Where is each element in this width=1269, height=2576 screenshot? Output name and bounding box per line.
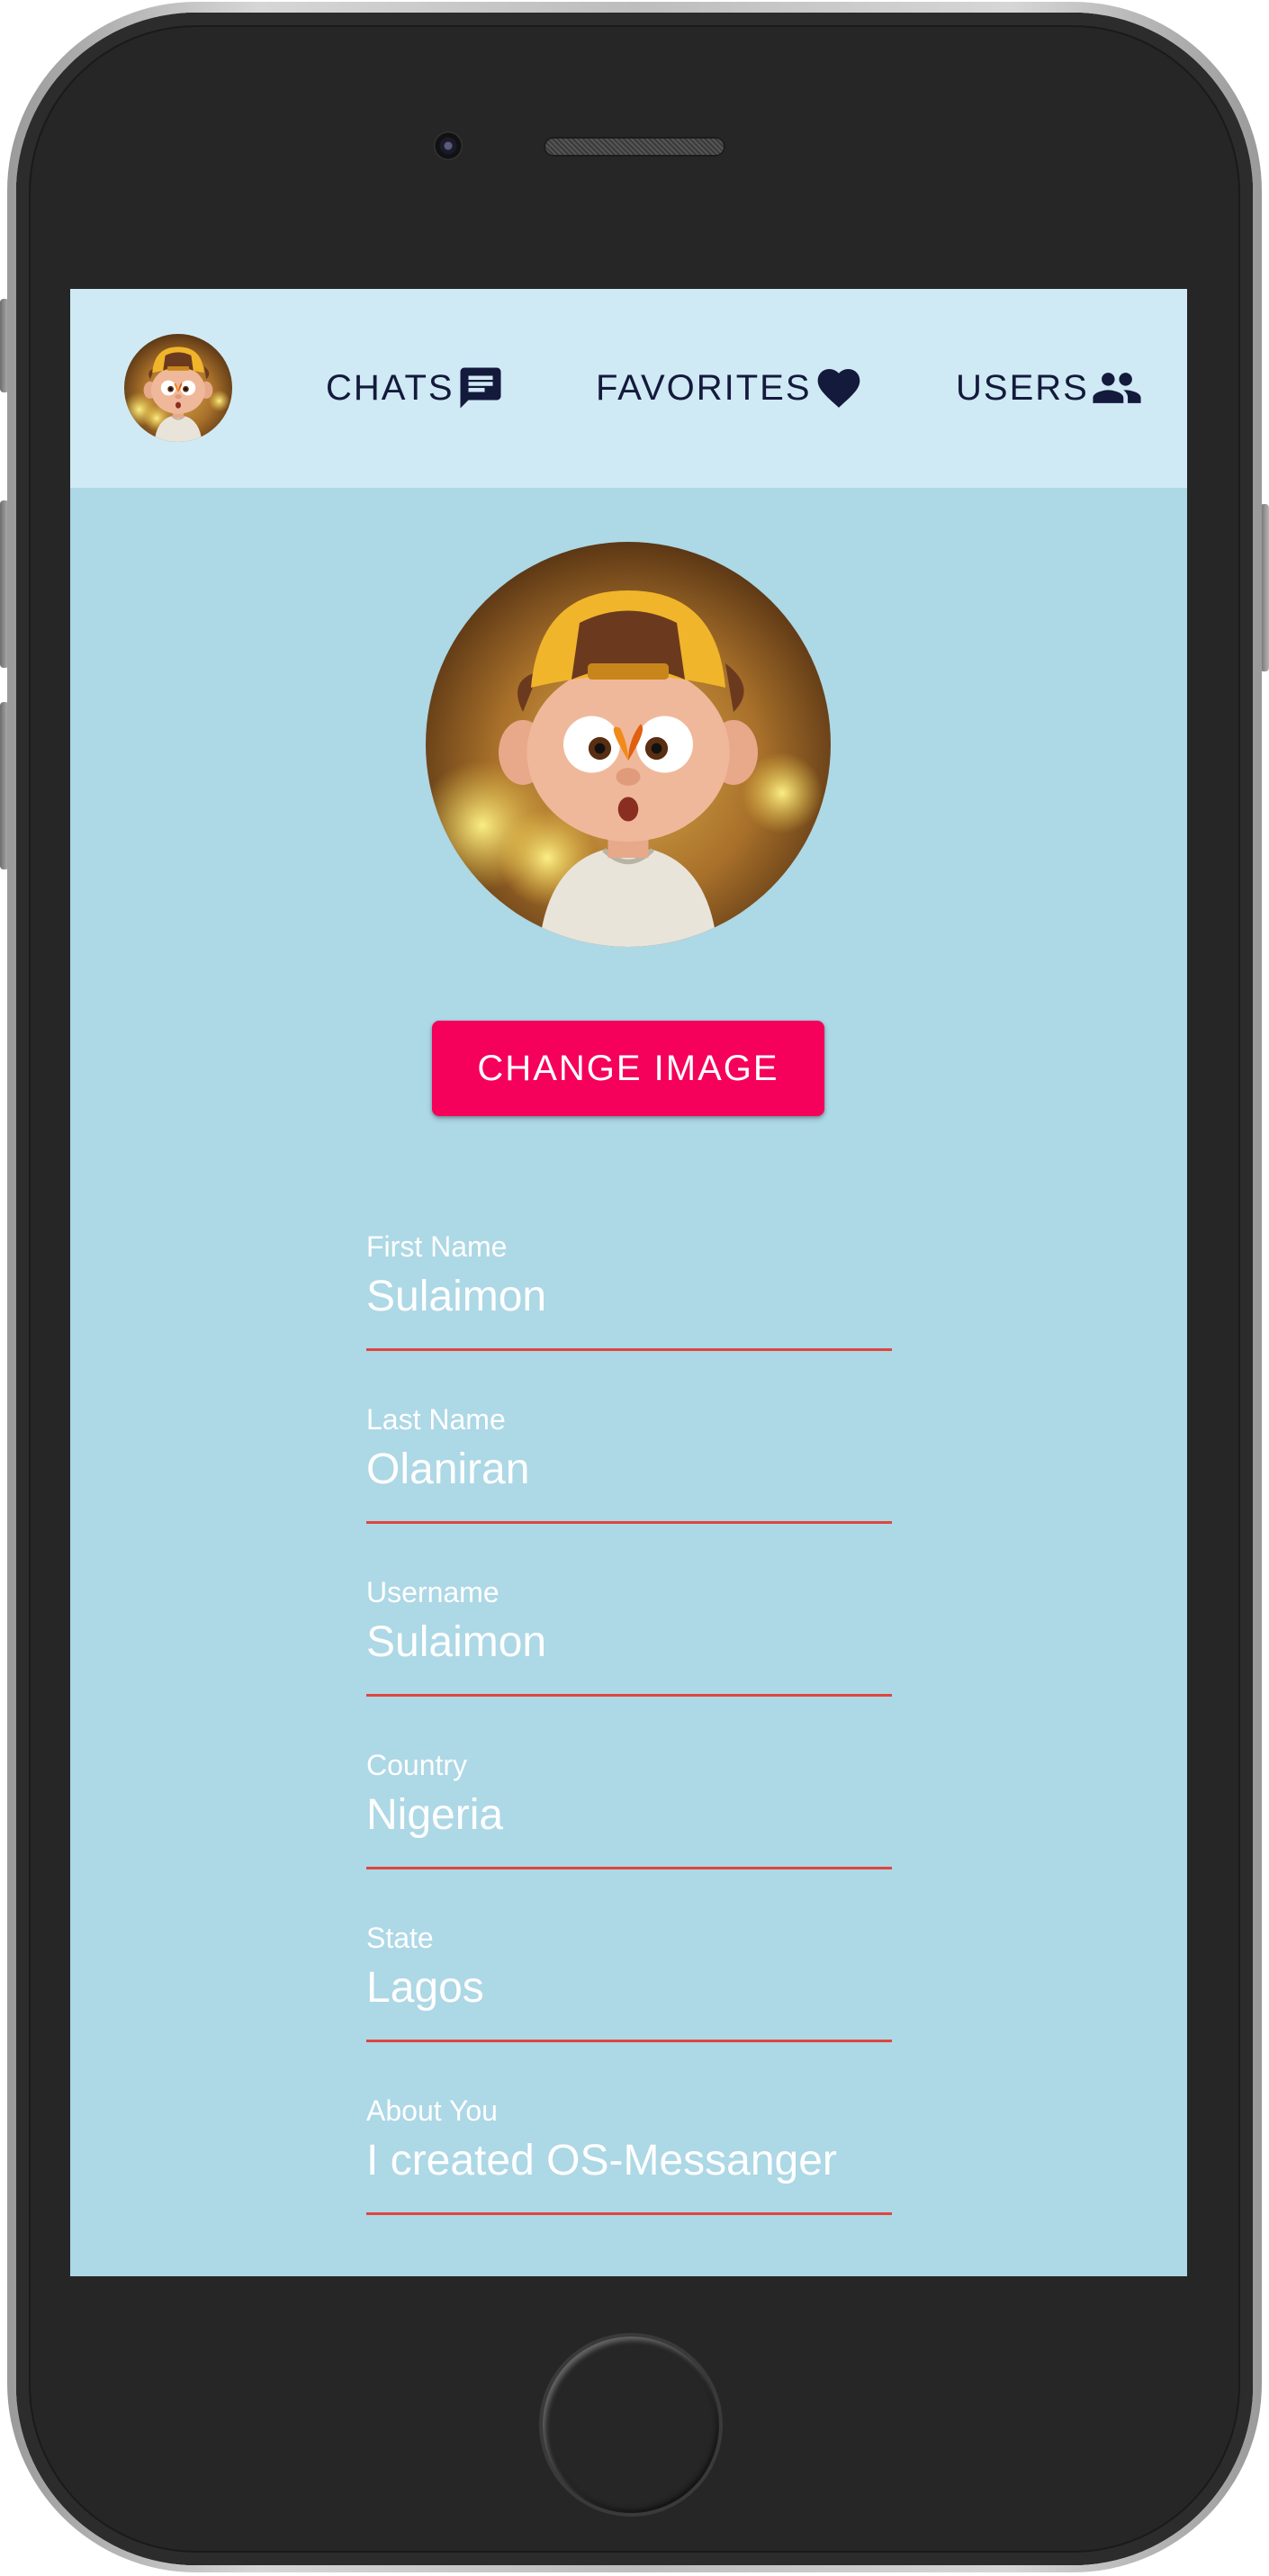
country-underline <box>366 1867 892 1869</box>
state-underline <box>366 2040 892 2042</box>
state-field: State <box>366 1922 892 2057</box>
about-label: About You <box>366 2094 498 2127</box>
tab-users-label: USERS <box>956 367 1089 408</box>
state-input[interactable] <box>366 1963 892 2013</box>
camera-icon <box>434 131 463 160</box>
app-bar: CHATS FAVORITES USERS <box>70 289 1187 488</box>
last-name-field: Last Name <box>366 1403 892 1538</box>
first-name-field: First Name <box>366 1230 892 1365</box>
country-label: Country <box>366 1749 468 1781</box>
last-name-input[interactable] <box>366 1445 892 1494</box>
country-field: Country <box>366 1749 892 1884</box>
about-underline <box>366 2212 892 2215</box>
last-name-underline <box>366 1521 892 1524</box>
app-screen: CHATS FAVORITES USERS CHANGE IMAGE First… <box>70 289 1187 2276</box>
first-name-label: First Name <box>366 1230 508 1263</box>
profile-avatar <box>426 542 831 947</box>
home-button[interactable] <box>543 2337 719 2513</box>
tab-chats[interactable]: CHATS <box>326 361 505 415</box>
tab-chats-label: CHATS <box>326 367 454 408</box>
first-name-underline <box>366 1348 892 1351</box>
username-label: Username <box>366 1576 500 1608</box>
heart-icon <box>814 363 864 413</box>
state-label: State <box>366 1922 434 1954</box>
country-input[interactable] <box>366 1790 892 1840</box>
about-input[interactable] <box>366 2136 892 2185</box>
tab-favorites[interactable]: FAVORITES <box>596 361 864 415</box>
chat-icon <box>456 364 505 412</box>
username-underline <box>366 1694 892 1697</box>
phone-mockup: CHATS FAVORITES USERS CHANGE IMAGE First… <box>0 0 1269 2576</box>
username-input[interactable] <box>366 1617 892 1667</box>
speaker-grille <box>544 137 725 157</box>
avatar-image <box>124 334 232 442</box>
change-image-button[interactable]: CHANGE IMAGE <box>432 1021 824 1116</box>
username-field: Username <box>366 1576 892 1711</box>
first-name-input[interactable] <box>366 1272 892 1321</box>
tab-favorites-label: FAVORITES <box>596 367 812 408</box>
people-icon <box>1091 362 1143 414</box>
about-field: About You <box>366 2094 892 2229</box>
tab-users[interactable]: USERS <box>956 361 1143 415</box>
avatar-image <box>426 542 831 947</box>
nav-avatar[interactable] <box>124 334 232 442</box>
last-name-label: Last Name <box>366 1403 506 1436</box>
